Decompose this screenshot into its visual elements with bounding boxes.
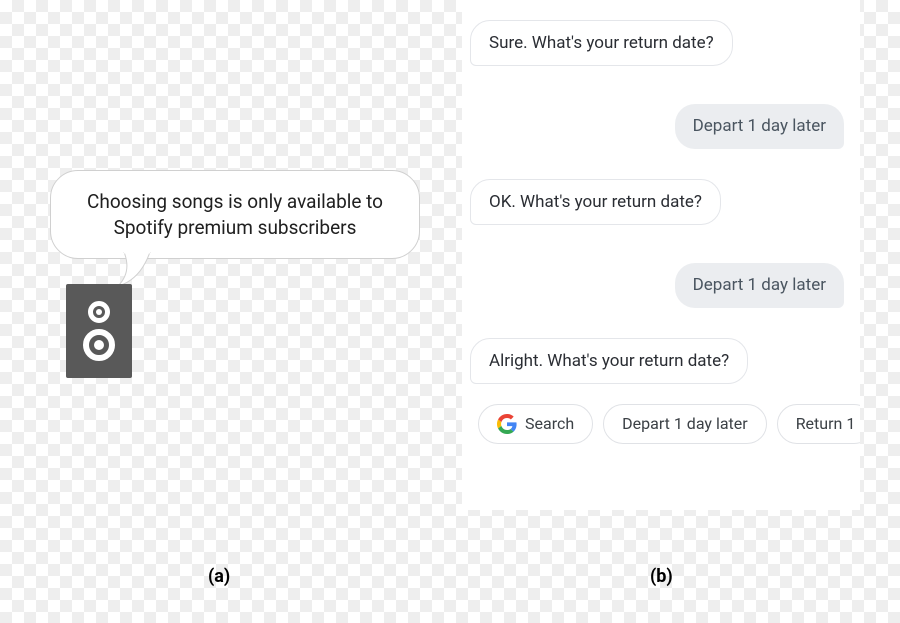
panel-a: Choosing songs is only available to Spot…	[40, 170, 440, 430]
chat-conversation: Sure. What's your return date? Depart 1 …	[462, 0, 860, 510]
bubble-line-2: Spotify premium subscribers	[75, 215, 395, 241]
speaker-speech-bubble: Choosing songs is only available to Spot…	[50, 170, 420, 259]
bot-message: Alright. What's your return date?	[470, 338, 748, 384]
speech-bubble-tail	[118, 252, 158, 288]
message-row: Alright. What's your return date?	[470, 338, 860, 384]
caption-b: (b)	[650, 566, 673, 587]
message-row: OK. What's your return date?	[470, 179, 860, 225]
chip-label: Search	[525, 414, 574, 433]
bubble-line-1: Choosing songs is only available to	[75, 189, 395, 215]
bot-message: OK. What's your return date?	[470, 179, 721, 225]
depart-later-chip[interactable]: Depart 1 day later	[603, 404, 767, 444]
speaker-icon	[66, 284, 132, 378]
suggestion-chip-row: Search Depart 1 day later Return 1	[470, 404, 860, 444]
message-row: Depart 1 day later	[470, 263, 860, 307]
panel-b: Sure. What's your return date? Depart 1 …	[462, 0, 860, 510]
chip-label: Return 1	[796, 414, 856, 433]
message-row: Sure. What's your return date?	[470, 20, 860, 66]
message-row: Depart 1 day later	[470, 104, 860, 148]
google-logo-icon	[497, 414, 517, 434]
caption-a: (a)	[208, 566, 230, 587]
return-later-chip[interactable]: Return 1	[777, 404, 860, 444]
bot-message: Sure. What's your return date?	[470, 20, 733, 66]
search-chip[interactable]: Search	[478, 404, 593, 444]
user-message: Depart 1 day later	[675, 263, 844, 307]
chip-label: Depart 1 day later	[622, 414, 748, 433]
user-message: Depart 1 day later	[675, 104, 844, 148]
